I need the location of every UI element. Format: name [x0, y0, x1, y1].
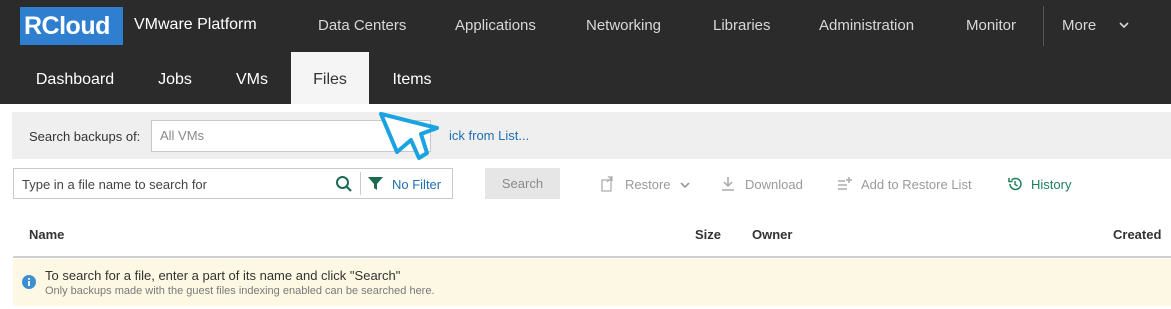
top-nav-networking[interactable]: Networking [586, 0, 661, 52]
tab-jobs[interactable]: Jobs [140, 52, 210, 104]
download-icon [722, 177, 734, 191]
history-button[interactable]: History [1031, 177, 1071, 192]
download-button[interactable]: Download [745, 177, 803, 192]
add-to-restore-list-button[interactable]: Add to Restore List [861, 177, 972, 192]
top-nav-data-centers[interactable]: Data Centers [318, 0, 406, 52]
restore-icon [601, 176, 613, 192]
sub-nav-bar: Dashboard Jobs VMs Files Items [0, 52, 1171, 104]
tab-items[interactable]: Items [380, 52, 444, 104]
restore-button[interactable]: Restore [625, 177, 671, 192]
column-header-owner[interactable]: Owner [752, 227, 792, 242]
column-header-size[interactable]: Size [695, 227, 721, 242]
top-bar: RCloud VMware Platform Data Centers Appl… [0, 0, 1171, 52]
tab-dashboard[interactable]: Dashboard [20, 52, 130, 104]
top-nav-administration[interactable]: Administration [819, 0, 914, 52]
chevron-down-icon[interactable] [1118, 19, 1130, 31]
column-header-name[interactable]: Name [29, 227, 64, 242]
search-icon[interactable] [335, 175, 353, 193]
top-nav-monitor[interactable]: Monitor [966, 0, 1016, 52]
info-sub-text: Only backups made with the guest files i… [45, 285, 435, 297]
brand-logo-text: RCloud [24, 12, 110, 40]
filter-icon[interactable] [367, 175, 384, 192]
brand-logo[interactable]: RCloud [20, 7, 123, 45]
info-icon [22, 275, 36, 289]
history-icon [1008, 177, 1022, 191]
search-button[interactable]: Search [485, 168, 560, 199]
top-nav-libraries[interactable]: Libraries [713, 0, 771, 52]
input-divider [360, 172, 361, 195]
info-main-text: To search for a file, enter a part of it… [45, 268, 401, 283]
nav-divider [1043, 6, 1044, 46]
filter-dropdown[interactable]: No Filter [392, 177, 441, 192]
top-nav-more[interactable]: More [1062, 0, 1096, 52]
platform-title: VMware Platform [134, 16, 257, 33]
vm-select-value: All VMs [160, 128, 205, 143]
search-icon[interactable] [405, 126, 423, 144]
pick-from-list-link[interactable]: ick from List... [449, 128, 529, 143]
column-header-created[interactable]: Created [1113, 227, 1161, 242]
file-search-placeholder: Type in a file name to search for [22, 177, 207, 192]
search-backups-label: Search backups of: [29, 129, 141, 144]
tab-vms[interactable]: VMs [222, 52, 282, 104]
add-list-icon [838, 177, 852, 190]
chevron-down-icon[interactable] [679, 179, 691, 191]
top-nav-applications[interactable]: Applications [455, 0, 536, 52]
table-header-divider [13, 256, 1171, 258]
tab-files[interactable]: Files [291, 52, 369, 104]
